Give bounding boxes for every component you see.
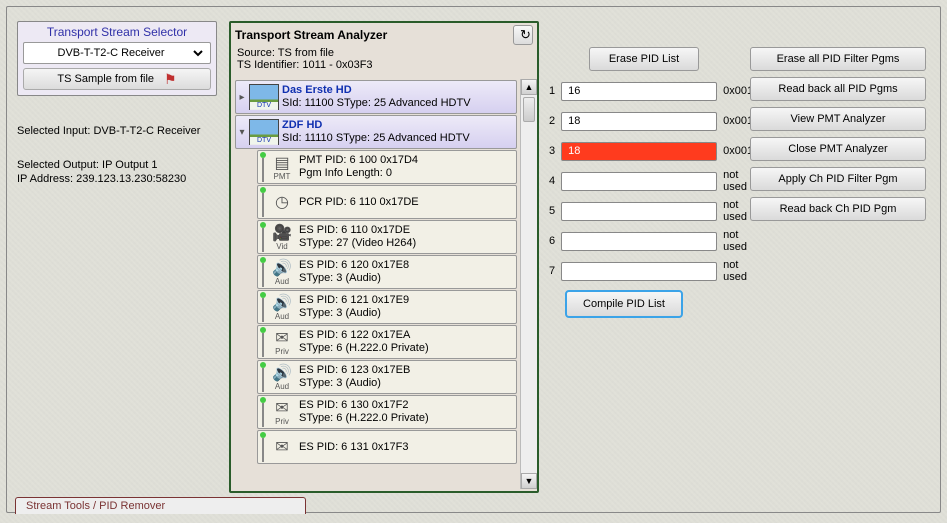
selector-title: Transport Stream Selector <box>23 25 211 39</box>
apply-ch-pid-filter-pgm-button[interactable]: Apply Ch PID Filter Pgm <box>750 167 926 191</box>
pid-input[interactable] <box>561 172 717 191</box>
es-type-icon: 🔊Aud <box>268 293 296 321</box>
pid-index: 6 <box>549 235 555 247</box>
es-line1: ES PID: 6 120 0x17E8 <box>299 259 409 272</box>
service-row[interactable]: ▾DTVZDF HDSId: 11110 SType: 25 Advanced … <box>235 115 517 149</box>
es-type-icon: ✉ <box>268 437 296 457</box>
es-row[interactable]: 🔊AudES PID: 6 120 0x17E8SType: 3 (Audio) <box>257 255 517 289</box>
es-type-icon: 🔊Aud <box>268 258 296 286</box>
es-line1: ES PID: 6 130 0x17F2 <box>299 399 429 412</box>
es-line1: ES PID: 6 123 0x17EB <box>299 364 410 377</box>
pid-input[interactable] <box>561 202 717 221</box>
input-select[interactable]: DVB-T-T2-C Receiver <box>28 46 206 60</box>
es-type-icon: ▤PMT <box>268 153 296 181</box>
erase-pid-list-button[interactable]: Erase PID List <box>589 47 699 71</box>
pid-input[interactable] <box>561 112 717 131</box>
input-combo[interactable]: DVB-T-T2-C Receiver <box>23 42 211 64</box>
es-line2: SType: 3 (Audio) <box>299 377 410 390</box>
service-sub: SId: 11100 SType: 25 Advanced HDTV <box>282 97 471 110</box>
es-line1: PCR PID: 6 110 0x17DE <box>299 196 419 209</box>
ts-sample-label: TS Sample from file <box>57 73 154 85</box>
scroll-thumb[interactable] <box>523 97 535 122</box>
expander-icon[interactable]: ▾ <box>238 127 246 138</box>
es-line2: SType: 6 (H.222.0 Private) <box>299 342 429 355</box>
expander-icon[interactable]: ▸ <box>238 92 246 103</box>
scroll-up-icon[interactable]: ▲ <box>521 79 537 95</box>
close-pmt-analyzer-button[interactable]: Close PMT Analyzer <box>750 137 926 161</box>
es-line2: SType: 6 (H.222.0 Private) <box>299 412 429 425</box>
es-line1: PMT PID: 6 100 0x17D4 <box>299 154 418 167</box>
right-button-column: Erase all PID Filter Pgms Read back all P… <box>750 47 926 221</box>
service-name: Das Erste HD <box>282 84 471 97</box>
service-sub: SId: 11110 SType: 25 Advanced HDTV <box>282 132 470 145</box>
es-line1: ES PID: 6 131 0x17F3 <box>299 441 408 454</box>
pid-hex: not used <box>723 199 747 223</box>
es-row[interactable]: ✉PrivES PID: 6 122 0x17EASType: 6 (H.222… <box>257 325 517 359</box>
selected-input: Selected Input: DVB-T-T2-C Receiver <box>17 125 200 137</box>
pid-index: 1 <box>549 85 555 97</box>
ip-address: IP Address: 239.123.13.230:58230 <box>17 173 186 185</box>
pid-input[interactable] <box>561 82 717 101</box>
read-back-all-pid-pgms-button[interactable]: Read back all PID Pgms <box>750 77 926 101</box>
pid-row: 10x0010 <box>549 80 739 102</box>
es-line2: SType: 3 (Audio) <box>299 307 409 320</box>
es-type-icon: ✉Priv <box>268 398 296 426</box>
pid-hex: not used <box>723 229 747 253</box>
scroll-down-icon[interactable]: ▼ <box>521 473 537 489</box>
pid-input[interactable] <box>561 232 717 251</box>
es-type-icon: ✉Priv <box>268 328 296 356</box>
read-back-ch-pid-pgm-button[interactable]: Read back Ch PID Pgm <box>750 197 926 221</box>
analyzer-tsid: TS Identifier: 1011 - 0x03F3 <box>231 59 537 71</box>
analyzer-scrollbar[interactable]: ▲ ▼ <box>520 79 537 489</box>
es-line2: SType: 3 (Audio) <box>299 272 409 285</box>
pid-index: 7 <box>549 265 555 277</box>
es-line1: ES PID: 6 121 0x17E9 <box>299 294 409 307</box>
pid-index: 2 <box>549 115 555 127</box>
es-line2: Pgm Info Length: 0 <box>299 167 418 180</box>
es-row[interactable]: 🔊AudES PID: 6 121 0x17E9SType: 3 (Audio) <box>257 290 517 324</box>
tv-icon: DTV <box>249 119 279 145</box>
flag-icon: ⚑ <box>164 71 177 88</box>
transport-stream-selector: Transport Stream Selector DVB-T-T2-C Rec… <box>17 21 217 96</box>
es-type-icon: 🔊Aud <box>268 363 296 391</box>
pid-row: 6not used <box>549 230 739 252</box>
selected-output: Selected Output: IP Output 1 <box>17 159 157 171</box>
pid-row: 5not used <box>549 200 739 222</box>
es-type-icon: 🎥Vid <box>268 223 296 251</box>
es-line2: SType: 27 (Video H264) <box>299 237 416 250</box>
tv-icon: DTV <box>249 84 279 110</box>
pid-row: 4not used <box>549 170 739 192</box>
es-row[interactable]: ◷PCR PID: 6 110 0x17DE <box>257 185 517 219</box>
analyzer-source: Source: TS from file <box>231 47 537 59</box>
es-line1: ES PID: 6 122 0x17EA <box>299 329 429 342</box>
pid-row: 7not used <box>549 260 739 282</box>
es-row[interactable]: 🔊AudES PID: 6 123 0x17EBSType: 3 (Audio) <box>257 360 517 394</box>
pid-row: 30x0012 <box>549 140 739 162</box>
service-name: ZDF HD <box>282 119 470 132</box>
transport-stream-analyzer: Transport Stream Analyzer ↻ Source: TS f… <box>229 21 539 493</box>
pid-hex: not used <box>723 259 747 283</box>
compile-pid-list-button[interactable]: Compile PID List <box>565 290 683 318</box>
es-type-icon: ◷ <box>268 192 296 212</box>
pid-index: 4 <box>549 175 555 187</box>
pid-index: 3 <box>549 145 555 157</box>
es-row[interactable]: ✉PrivES PID: 6 130 0x17F2SType: 6 (H.222… <box>257 395 517 429</box>
analyzer-title: Transport Stream Analyzer <box>235 28 387 42</box>
pid-row: 20x0012 <box>549 110 739 132</box>
pid-list-column: Erase PID List 10x0010 20x0012 30x0012 4not… <box>549 47 739 318</box>
es-row[interactable]: ✉ES PID: 6 131 0x17F3 <box>257 430 517 464</box>
tab-stream-tools[interactable]: Stream Tools / PID Remover <box>15 497 306 514</box>
pid-input[interactable] <box>561 142 717 161</box>
erase-all-pid-filter-pgms-button[interactable]: Erase all PID Filter Pgms <box>750 47 926 71</box>
pid-index: 5 <box>549 205 555 217</box>
view-pmt-analyzer-button[interactable]: View PMT Analyzer <box>750 107 926 131</box>
pid-input[interactable] <box>561 262 717 281</box>
es-line1: ES PID: 6 110 0x17DE <box>299 224 416 237</box>
pid-hex: not used <box>723 169 747 193</box>
refresh-button[interactable]: ↻ <box>513 25 533 45</box>
ts-sample-button[interactable]: TS Sample from file ⚑ <box>23 68 211 90</box>
es-row[interactable]: ▤PMTPMT PID: 6 100 0x17D4Pgm Info Length… <box>257 150 517 184</box>
service-row[interactable]: ▸DTVDas Erste HDSId: 11100 SType: 25 Adv… <box>235 80 517 114</box>
es-row[interactable]: 🎥VidES PID: 6 110 0x17DESType: 27 (Video… <box>257 220 517 254</box>
